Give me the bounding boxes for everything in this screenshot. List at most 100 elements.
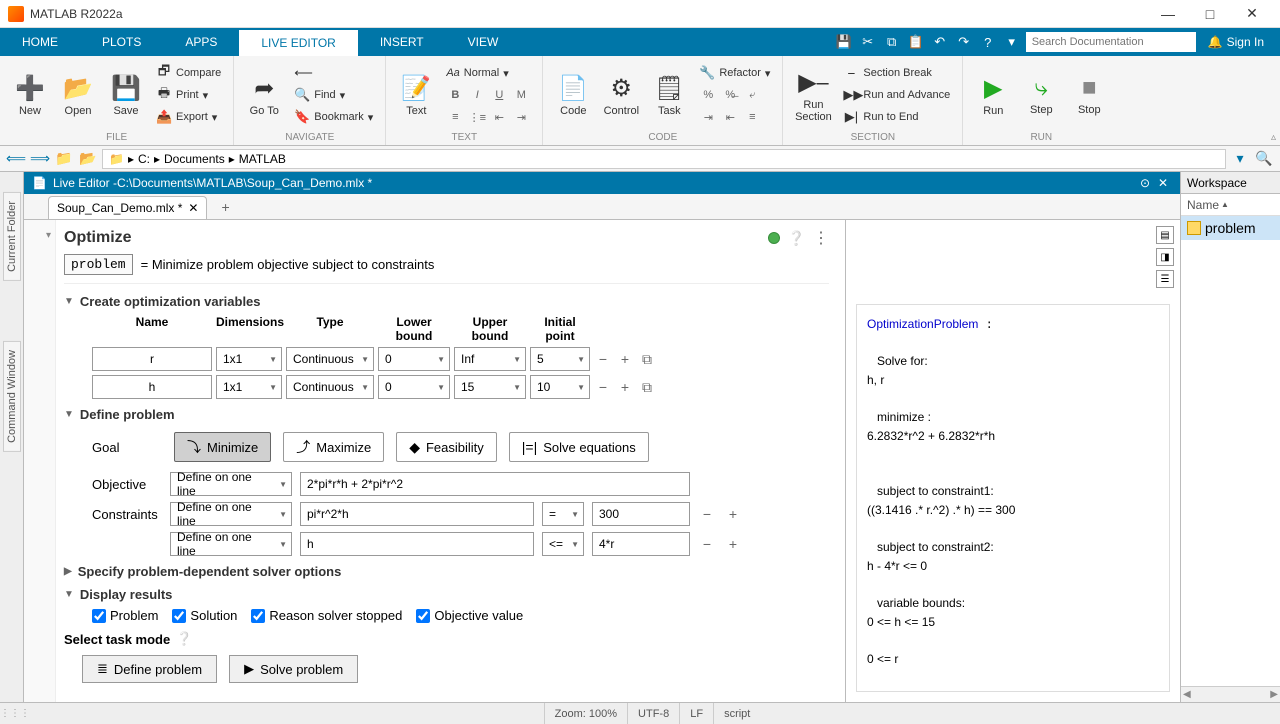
section-break-button[interactable]: ⎯Section Break [839,63,954,83]
objective-expr-input[interactable]: 2*pi*r*h + 2*pi*r^2 [300,472,690,496]
section-solver-options[interactable]: ▶Specify problem-dependent solver option… [64,564,829,579]
remove-var-button[interactable]: − [594,350,612,368]
problem-variable-name[interactable]: problem [64,254,133,275]
run-advance-button[interactable]: ▶▶Run and Advance [839,85,954,105]
copy-var-button[interactable]: ⧉ [638,350,656,368]
save-button[interactable]: 💾Save [104,60,148,130]
code-button[interactable]: 📄Code [551,60,595,130]
var-lb-input[interactable]: 0 [378,347,450,371]
section-define-problem[interactable]: ▼Define problem [64,407,829,422]
open-button[interactable]: 📂Open [56,60,100,130]
signin-button[interactable]: 🔔 Sign In [1200,35,1272,49]
goal-solve-eq-button[interactable]: |=|Solve equations [509,432,649,462]
goal-maximize-button[interactable]: ⤴Maximize [283,432,384,462]
search-documentation-input[interactable] [1026,32,1196,52]
var-lb-input[interactable]: 0 [378,375,450,399]
tab-live-editor[interactable]: LIVE EDITOR [239,28,357,56]
define-problem-button[interactable]: ≣Define problem [82,655,217,683]
goal-minimize-button[interactable]: ⤵Minimize [174,432,271,462]
save-icon[interactable]: 💾 [834,32,854,52]
mono-button[interactable]: M [512,86,530,104]
comment-icon[interactable]: % [699,86,717,104]
constraint-expr-input[interactable]: pi*r^2*h [300,502,534,526]
compare-button[interactable]: 🗗Compare [152,63,225,83]
add-var-button[interactable]: + [616,350,634,368]
text-style-select[interactable]: Aa Normal ▾ [442,63,534,83]
undo-icon[interactable]: ↶ [930,32,950,52]
var-ip-input[interactable]: 10 [530,375,590,399]
constraint-mode-select[interactable]: Define on one line [170,532,292,556]
task-help-icon[interactable]: ❔ [788,230,805,247]
workspace-header-name[interactable]: Name ▲ [1181,194,1280,216]
path-documents[interactable]: Documents [164,152,225,166]
step-button[interactable]: ⤷Step [1019,60,1063,130]
path-root[interactable]: C: [138,152,150,166]
minimize-button[interactable]: — [1148,2,1188,26]
chk-objval[interactable]: Objective value [416,608,523,623]
export-button[interactable]: 📤Export ▾ [152,107,225,127]
resources-icon[interactable]: ▾ [1002,32,1022,52]
constraint-value-input[interactable]: 300 [592,502,690,526]
copy-var-button[interactable]: ⧉ [638,378,656,396]
tab-view[interactable]: VIEW [446,28,521,56]
constraint-value-input[interactable]: 4*r [592,532,690,556]
remove-var-button[interactable]: − [594,378,612,396]
list-ol-icon[interactable]: ≡ [446,108,464,126]
outdent-icon[interactable]: ⇤ [721,108,739,126]
maximize-button[interactable]: □ [1190,2,1230,26]
add-constraint-button[interactable]: + [724,505,742,523]
task-button[interactable]: 🗒Task [647,60,691,130]
copy-icon[interactable]: ⧉ [882,32,902,52]
var-dim-select[interactable]: 1x1 [216,347,282,371]
editor-restore-icon[interactable]: ⊙ [1136,174,1154,192]
path-search-icon[interactable]: 🔍 [1254,149,1274,169]
var-name-input[interactable]: h [92,375,212,399]
redo-icon[interactable]: ↷ [954,32,974,52]
list-ul-icon[interactable]: ⋮≡ [468,108,486,126]
add-constraint-button[interactable]: + [724,535,742,553]
output-inline-icon[interactable]: ▤ [1156,226,1174,244]
var-name-input[interactable]: r [92,347,212,371]
nav-back-button[interactable]: ⟵ [290,63,377,83]
status-encoding[interactable]: UTF-8 [627,703,679,724]
wrap-icon[interactable]: ⤶ [743,86,761,104]
var-type-select[interactable]: Continuous [286,375,374,399]
uncomment-icon[interactable]: %̶ [721,86,739,104]
constraint-op-select[interactable]: = [542,502,584,526]
underline-button[interactable]: U [490,86,508,104]
var-ub-input[interactable]: Inf [454,347,526,371]
task-menu-icon[interactable]: ⋮ [813,228,829,248]
indent-right-icon[interactable]: ⇥ [512,108,530,126]
indent-icon[interactable]: ⇥ [699,108,717,126]
nav-back-icon[interactable]: ⟸ [6,149,26,169]
status-mode[interactable]: script [713,703,760,724]
format-icon[interactable]: ≡ [743,108,761,126]
nav-up-icon[interactable]: 📁 [54,149,74,169]
add-var-button[interactable]: + [616,378,634,396]
run-to-end-button[interactable]: ▶|Run to End [839,107,954,127]
chk-reason-box[interactable] [251,609,265,623]
italic-button[interactable]: I [468,86,486,104]
workspace-item-problem[interactable]: problem [1181,216,1280,240]
cut-icon[interactable]: ✂ [858,32,878,52]
help-icon[interactable]: ? [978,32,998,52]
solve-problem-button[interactable]: ▶Solve problem [229,655,358,683]
command-window-tab[interactable]: Command Window [3,341,21,452]
chk-solution[interactable]: Solution [172,608,237,623]
workspace-hscroll[interactable]: ◀▶ [1181,686,1280,702]
paste-icon[interactable]: 📋 [906,32,926,52]
path-dropdown-icon[interactable]: ▾ [1230,149,1250,169]
nav-browse-icon[interactable]: 📂 [78,149,98,169]
section-create-variables[interactable]: ▼Create optimization variables [64,294,829,309]
remove-constraint-button[interactable]: − [698,535,716,553]
stop-button[interactable]: ■Stop [1067,60,1111,130]
editor-close-icon[interactable]: ✕ [1154,174,1172,192]
find-button[interactable]: 🔍Find ▾ [290,85,377,105]
chk-problem-box[interactable] [92,609,106,623]
current-folder-path[interactable]: 📁 ▸ C: ▸ Documents ▸ MATLAB [102,149,1226,169]
var-dim-select[interactable]: 1x1 [216,375,282,399]
chk-solution-box[interactable] [172,609,186,623]
goto-button[interactable]: ➦Go To [242,60,286,130]
output-hide-icon[interactable]: ☰ [1156,270,1174,288]
run-button[interactable]: ▶Run [971,60,1015,130]
